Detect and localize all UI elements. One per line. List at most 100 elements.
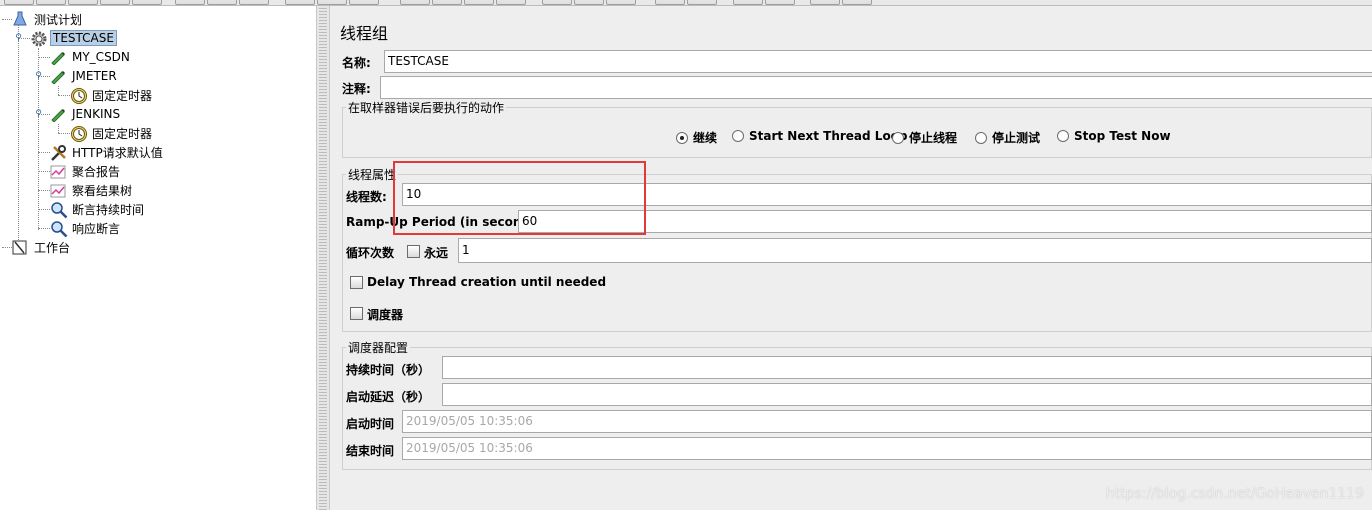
startup-delay-label: 启动延迟（秒） (346, 390, 431, 404)
tree-node-listener[interactable]: 察看结果树 (50, 181, 134, 199)
comment-field[interactable] (380, 76, 1372, 99)
toolbar-button[interactable] (496, 0, 526, 5)
toolbar-button[interactable] (100, 0, 130, 5)
tree-node-config[interactable]: HTTP请求默认值 (50, 143, 165, 161)
radio-dot (676, 131, 688, 144)
tree-connector (18, 20, 19, 248)
rampup-field[interactable]: 60 (518, 210, 1372, 233)
tree-node-workbench[interactable]: 工作台 (12, 238, 72, 256)
toolbar-button[interactable] (207, 0, 237, 5)
tree-connector (38, 190, 50, 191)
radio-stop-test-now[interactable]: Stop Test Now (1057, 129, 1171, 143)
tree-connector (58, 95, 70, 96)
forever-label: 永远 (424, 246, 449, 260)
scheduler-checkbox[interactable] (350, 307, 363, 320)
toolbar-button[interactable] (317, 0, 347, 5)
tree-node-thread-group[interactable]: TESTCASE (30, 29, 117, 47)
toolbar-button[interactable] (765, 0, 795, 5)
tree-connector (38, 57, 50, 58)
name-field[interactable]: TESTCASE (384, 50, 1372, 73)
name-label: 名称: (342, 56, 371, 70)
tree-node-test-plan[interactable]: 测试计划 (12, 10, 84, 28)
toolbar-button[interactable] (842, 0, 872, 5)
toolbar-button[interactable] (132, 0, 162, 5)
toolbar-button[interactable] (655, 0, 685, 5)
workbench-icon (12, 239, 28, 255)
graph-icon (50, 163, 66, 179)
radio-stop-test[interactable]: 停止测试 (975, 129, 1040, 146)
toolbar-button[interactable] (239, 0, 269, 5)
toolbar-button[interactable] (349, 0, 379, 5)
toolbar-button[interactable] (542, 0, 572, 5)
toolbar-button[interactable] (687, 0, 717, 5)
tree-connector (2, 247, 12, 248)
splitter-grip (319, 6, 327, 510)
tree-connector (58, 124, 59, 133)
toolbar-button[interactable] (432, 0, 462, 5)
toolbar-button[interactable] (4, 0, 34, 5)
threads-label: 线程数: (346, 190, 387, 204)
error-action-group-title: 在取样器错误后要执行的动作 (346, 99, 507, 116)
loop-count-field[interactable]: 1 (458, 238, 1372, 263)
toolbar-button[interactable] (68, 0, 98, 5)
tree-node-label: 聚合报告 (72, 164, 121, 179)
panel-splitter[interactable] (316, 6, 330, 510)
expand-handle[interactable]: ⚲ (34, 110, 43, 119)
tree-node-sampler[interactable]: JMETER (50, 67, 119, 85)
tools-icon (50, 144, 66, 161)
sampler-pen-icon (50, 49, 66, 66)
toolbar-button[interactable] (400, 0, 430, 5)
watermark: https://blog.csdn.net/GoHeaven1119 (1105, 486, 1364, 502)
loop-label: 循环次数 (346, 246, 395, 260)
tree-connector (38, 152, 50, 153)
forever-checkbox[interactable] (407, 245, 420, 258)
tree-node-label: 固定定时器 (92, 88, 153, 103)
tree-node-timer[interactable]: 固定定时器 (70, 124, 154, 142)
tree-node-label: 察看结果树 (72, 183, 133, 198)
tree-node-label: 工作台 (34, 240, 71, 255)
toolbar-button[interactable] (733, 0, 763, 5)
tree-node-assertion[interactable]: 响应断言 (50, 219, 122, 238)
toolbar-button[interactable] (810, 0, 840, 5)
magnifier-icon (50, 220, 68, 238)
radio-label: Start Next Thread Loop (749, 129, 908, 143)
tree-node-timer[interactable]: 固定定时器 (70, 86, 154, 104)
timer-clock-icon (70, 87, 87, 104)
thread-group-panel: 线程组 名称: TESTCASE 注释: 在取样器错误后要执行的动作 继续 St… (330, 6, 1372, 510)
thread-properties-group-title: 线程属性 (346, 166, 399, 183)
tree-node-listener[interactable]: 聚合报告 (50, 162, 122, 180)
radio-stop-thread[interactable]: 停止线程 (892, 129, 957, 146)
end-time-field[interactable]: 2019/05/05 10:35:06 (402, 437, 1372, 460)
toolbar-button[interactable] (464, 0, 494, 5)
radio-label: 停止线程 (909, 131, 958, 145)
radio-start-next-thread-loop[interactable]: Start Next Thread Loop (732, 129, 908, 143)
flask-icon (12, 11, 28, 27)
highlight-box (393, 161, 646, 235)
toolbar-button[interactable] (285, 0, 315, 5)
delay-thread-checkbox[interactable] (350, 276, 363, 289)
expand-handle[interactable]: ⚲ (14, 34, 23, 43)
tree-node-sampler[interactable]: JENKINS (50, 105, 122, 123)
comment-label: 注释: (342, 82, 371, 96)
tree-node-sampler[interactable]: MY_CSDN (50, 48, 132, 66)
start-time-field[interactable]: 2019/05/05 10:35:06 (402, 410, 1372, 433)
scheduler-label: 调度器 (367, 308, 404, 322)
gear-icon (30, 30, 47, 47)
tree-node-assertion[interactable]: 断言持续时间 (50, 200, 146, 219)
expand-handle[interactable]: ⚲ (34, 72, 43, 81)
duration-field[interactable] (442, 356, 1372, 379)
start-time-label: 启动时间 (346, 417, 395, 431)
radio-continue[interactable]: 继续 (676, 129, 717, 146)
toolbar-button[interactable] (36, 0, 66, 5)
tree-connector (2, 19, 12, 20)
tree-node-label: 断言持续时间 (72, 202, 145, 217)
end-time-label: 结束时间 (346, 444, 395, 458)
radio-dot (975, 131, 987, 144)
toolbar-button[interactable] (574, 0, 604, 5)
toolbar-button[interactable] (175, 0, 205, 5)
toolbar-button[interactable] (606, 0, 636, 5)
startup-delay-field[interactable] (442, 383, 1372, 406)
delay-thread-label: Delay Thread creation until needed (367, 275, 607, 289)
sampler-pen-icon (50, 106, 66, 123)
tree-node-label: 固定定时器 (92, 126, 153, 141)
